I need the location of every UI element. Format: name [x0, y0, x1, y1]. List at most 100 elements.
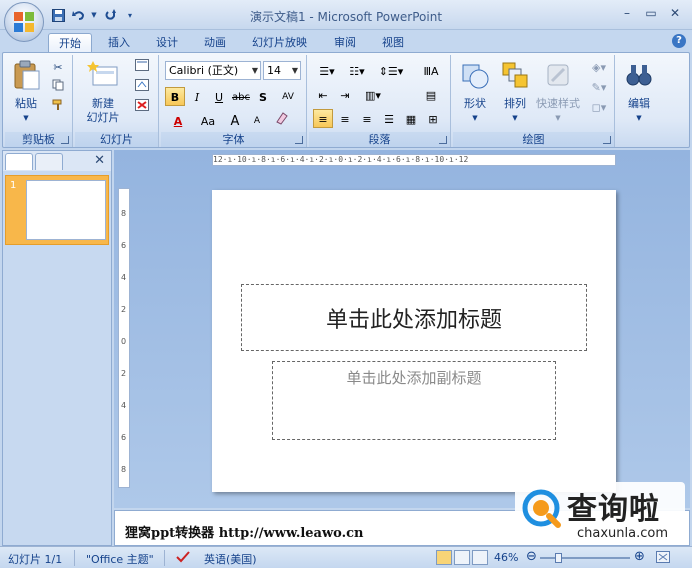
zoom-out-icon[interactable]: ⊖ — [526, 549, 537, 564]
layout-icon[interactable] — [133, 59, 151, 77]
zoom-slider[interactable] — [540, 553, 630, 563]
align-right-icon[interactable]: ≡ — [357, 109, 377, 128]
zoom-level[interactable]: 46% — [494, 551, 518, 564]
fit-window-icon[interactable] — [656, 551, 670, 566]
clipboard-group: 粘贴 ▼ ✂ 剪贴板 — [5, 55, 73, 147]
grow-font-button[interactable]: A — [225, 111, 245, 130]
undo-icon[interactable] — [70, 7, 86, 23]
shrink-font-button[interactable]: A — [247, 111, 267, 130]
close-button[interactable]: ✕ — [664, 5, 686, 21]
increase-indent-icon[interactable]: ⇥ — [335, 85, 355, 104]
slide-thumbnail[interactable] — [26, 180, 106, 240]
redo-icon[interactable] — [102, 7, 118, 23]
clipboard-launcher-icon[interactable] — [61, 136, 69, 144]
tab-view[interactable]: 视图 — [372, 33, 414, 52]
cut-icon[interactable]: ✂ — [49, 59, 67, 77]
clear-format-icon[interactable] — [273, 111, 291, 129]
drawing-launcher-icon[interactable] — [603, 136, 611, 144]
new-slide-button[interactable]: 新建 幻灯片 — [77, 59, 129, 125]
tab-animation[interactable]: 动画 — [194, 33, 236, 52]
decrease-indent-icon[interactable]: ⇤ — [313, 85, 333, 104]
paragraph-launcher-icon[interactable] — [439, 136, 447, 144]
customize-qat-icon[interactable]: ▾ — [122, 7, 138, 23]
help-icon[interactable]: ? — [672, 34, 686, 48]
font-launcher-icon[interactable] — [295, 136, 303, 144]
window-controls: – ▭ ✕ — [616, 5, 686, 21]
shape-effects-icon[interactable]: ◻▾ — [587, 99, 611, 117]
paste-button[interactable]: 粘贴 ▼ — [9, 59, 43, 125]
shapes-button[interactable]: 形状 ▼ — [455, 59, 495, 125]
align-left-icon[interactable]: ≡ — [313, 109, 333, 128]
zoom-slider-thumb[interactable] — [555, 553, 562, 563]
office-button[interactable] — [4, 2, 44, 42]
ruler-tick: 8 — [121, 465, 127, 474]
shape-outline-icon[interactable]: ✎▾ — [587, 79, 611, 97]
new-slide-label-2: 幻灯片 — [86, 111, 120, 124]
font-size-select[interactable]: 14 ▼ — [263, 61, 301, 80]
strikethrough-button[interactable]: abc — [231, 87, 251, 106]
columns-icon[interactable]: ▥▾ — [359, 85, 387, 104]
bold-button[interactable]: B — [165, 87, 185, 106]
char-spacing-button[interactable]: AV — [275, 87, 301, 106]
italic-button[interactable]: I — [187, 87, 207, 106]
distributed-icon[interactable]: ▦ — [401, 109, 421, 128]
notes-text: 狸窝ppt转换器 http://www.leawo.cn — [125, 526, 364, 541]
slide-sorter-icon[interactable] — [454, 550, 470, 565]
format-painter-icon[interactable] — [49, 99, 67, 117]
delete-slide-icon[interactable] — [133, 99, 151, 117]
language-indicator[interactable]: 英语(美国) — [204, 551, 257, 567]
arrange-button[interactable]: 排列 ▼ — [497, 59, 533, 125]
align-text-icon[interactable]: ▤ — [421, 85, 441, 104]
align-center-icon[interactable]: ≡ — [335, 109, 355, 128]
copy-icon[interactable] — [49, 79, 67, 97]
slide-canvas[interactable]: 单击此处添加标题 单击此处添加副标题 — [212, 190, 616, 492]
line-spacing-icon[interactable]: ⇕☰▾ — [375, 61, 407, 80]
outline-tab-icon[interactable] — [35, 153, 63, 170]
font-group: Calibri (正文) ▼ 14 ▼ B I U abc S AV A Aa … — [161, 55, 307, 147]
close-icon[interactable]: ✕ — [94, 153, 105, 168]
subtitle-placeholder[interactable]: 单击此处添加副标题 — [272, 361, 556, 440]
arrange-dropdown-icon: ▼ — [512, 114, 518, 122]
tab-home[interactable]: 开始 — [48, 33, 92, 52]
shadow-button[interactable]: S — [253, 87, 273, 106]
quick-styles-button[interactable]: 快速样式 ▼ — [533, 59, 583, 125]
title-placeholder[interactable]: 单击此处添加标题 — [241, 284, 587, 351]
restore-button[interactable]: ▭ — [640, 5, 662, 21]
bullets-icon[interactable]: ☰▾ — [313, 61, 341, 80]
slides-pane: ✕ 1 — [2, 150, 112, 546]
slides-tab-icon[interactable] — [5, 153, 33, 170]
save-icon[interactable] — [50, 7, 66, 23]
normal-view-icon[interactable] — [436, 550, 452, 565]
shape-fill-icon[interactable]: ◈▾ — [587, 59, 611, 77]
change-case-button[interactable]: Aa — [195, 111, 221, 130]
underline-button[interactable]: U — [209, 87, 229, 106]
tab-slideshow[interactable]: 幻灯片放映 — [242, 33, 317, 52]
shapes-icon — [462, 64, 489, 89]
quick-styles-icon — [547, 64, 569, 86]
tab-design[interactable]: 设计 — [146, 33, 188, 52]
chevron-down-icon: ▼ — [291, 66, 298, 75]
editing-button[interactable]: 编辑 ▼ — [619, 59, 659, 125]
status-divider — [164, 550, 165, 566]
spellcheck-icon[interactable] — [176, 551, 190, 566]
smartart-icon[interactable]: ⊞ — [423, 109, 443, 128]
numbering-icon[interactable]: ☷▾ — [343, 61, 371, 80]
font-name-select[interactable]: Calibri (正文) ▼ — [165, 61, 261, 80]
tab-review[interactable]: 审阅 — [324, 33, 366, 52]
tab-insert[interactable]: 插入 — [98, 33, 140, 52]
slideshow-view-icon[interactable] — [472, 550, 488, 565]
status-divider — [74, 550, 75, 566]
paste-label: 粘贴 — [15, 97, 37, 110]
zoom-in-icon[interactable]: ⊕ — [634, 549, 645, 564]
font-color-button[interactable]: A — [165, 111, 191, 130]
drawing-group-label: 绘图 — [453, 132, 614, 147]
binoculars-icon — [626, 65, 652, 86]
reset-icon[interactable] — [133, 79, 151, 97]
justify-icon[interactable]: ☰ — [379, 109, 399, 128]
minimize-button[interactable]: – — [616, 5, 638, 21]
quick-styles-dropdown-icon: ▼ — [555, 114, 561, 122]
ruler-tick: 4 — [121, 273, 127, 282]
slide-thumbnail-item[interactable]: 1 — [5, 175, 109, 245]
dropdown-icon[interactable]: ▼ — [90, 7, 98, 23]
text-direction-icon[interactable]: ⅢA — [421, 61, 441, 80]
